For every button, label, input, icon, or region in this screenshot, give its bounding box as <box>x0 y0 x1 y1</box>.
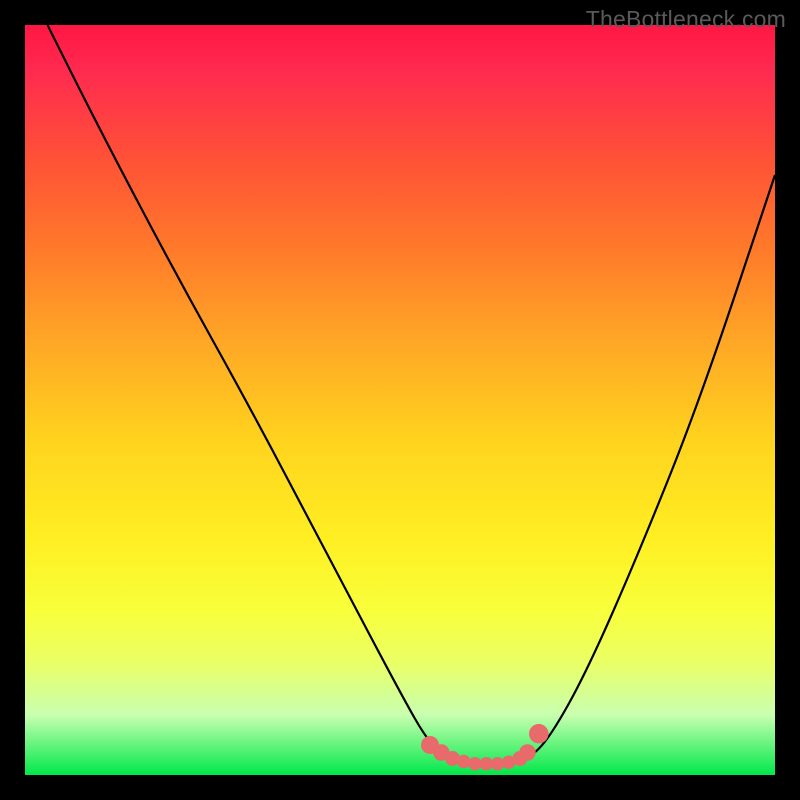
bottleneck-curve <box>48 25 776 764</box>
marker-right-curl-b <box>519 744 536 761</box>
curve-markers <box>421 724 549 771</box>
chart-svg <box>25 25 775 775</box>
marker-right-curl-end <box>529 724 549 744</box>
chart-plot-area <box>25 25 775 775</box>
watermark-text: TheBottleneck.com <box>586 6 786 33</box>
marker-bottom-a <box>457 755 471 769</box>
